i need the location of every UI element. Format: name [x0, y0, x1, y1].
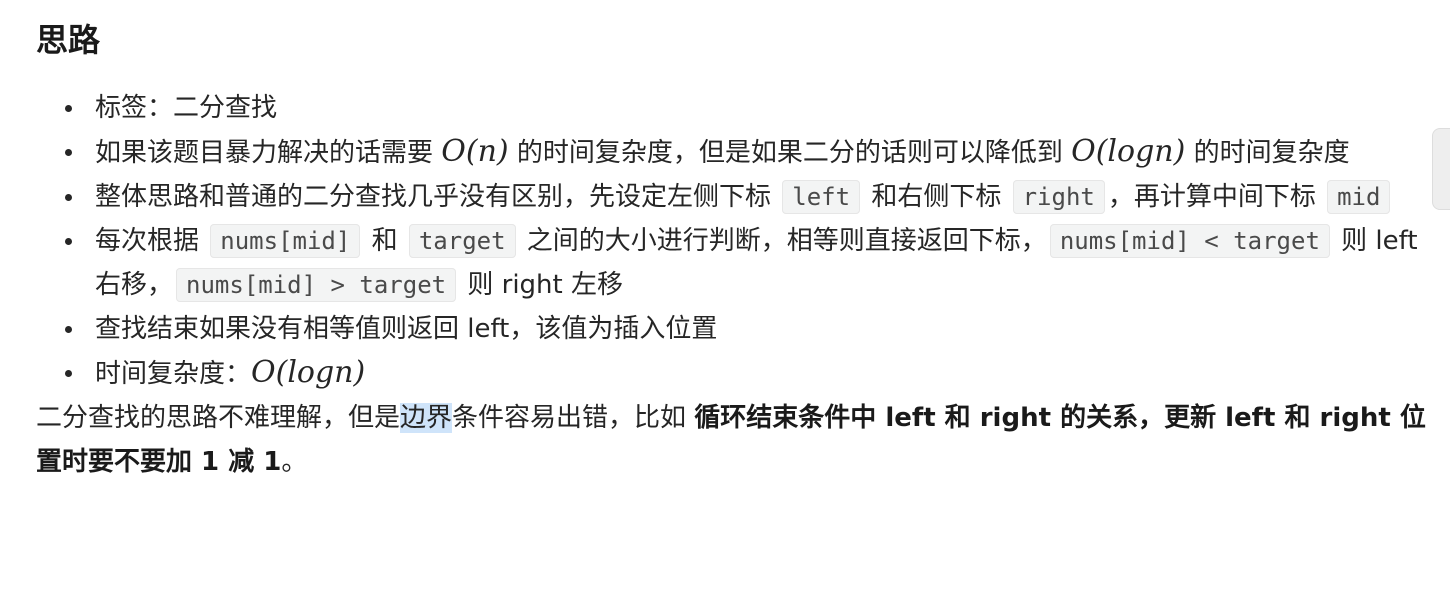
list-item-compare: 每次根据 nums[mid] 和 target 之间的大小进行判断，相等则直接返…	[65, 219, 1436, 307]
item-text: 则 right 左移	[459, 270, 623, 300]
math-o-logn: O(logn)	[251, 355, 366, 390]
para-text: 二分查找的思路不难理解，但是	[36, 403, 401, 433]
para-text: 条件容易出错，比如	[452, 403, 695, 433]
code-nums-mid: nums[mid]	[210, 224, 361, 258]
code-left: left	[782, 180, 861, 214]
para-text: 。	[281, 447, 308, 477]
item-text: ，再计算中间下标	[1107, 182, 1325, 212]
solution-content: 思路 标签：二分查找 如果该题目暴力解决的话需要 O(n) 的时间复杂度，但是如…	[36, 0, 1436, 484]
item-text: 如果该题目暴力解决的话需要	[95, 138, 442, 168]
item-text: 之间的大小进行判断，相等则直接返回下标，	[518, 226, 1047, 256]
side-panel-tab[interactable]	[1432, 128, 1450, 210]
list-item-complexity-compare: 如果该题目暴力解决的话需要 O(n) 的时间复杂度，但是如果二分的话则可以降低到…	[65, 130, 1436, 175]
math-o-logn: O(logn)	[1071, 134, 1186, 169]
section-heading: 思路	[36, 21, 101, 59]
item-text: 的时间复杂度	[1185, 138, 1350, 168]
list-item-tag: 标签：二分查找	[65, 86, 1436, 130]
item-text: 查找结束如果没有相等值则返回 left，该值为插入位置	[95, 314, 718, 344]
code-less-than: nums[mid] < target	[1049, 224, 1330, 258]
code-right: right	[1012, 180, 1105, 214]
item-text: 整体思路和普通的二分查找几乎没有区别，先设定左侧下标	[95, 182, 780, 212]
code-target: target	[408, 224, 516, 258]
item-text: 每次根据	[95, 226, 208, 256]
item-text: 和右侧下标	[863, 182, 1010, 212]
code-mid: mid	[1327, 180, 1391, 214]
math-o-n: O(n)	[441, 134, 509, 169]
list-item-time-complexity: 时间复杂度：O(logn)	[65, 351, 1436, 396]
code-greater-than: nums[mid] > target	[176, 268, 457, 302]
list-item-indices: 整体思路和普通的二分查找几乎没有区别，先设定左侧下标 left 和右侧下标 ri…	[65, 175, 1436, 219]
item-text: 时间复杂度：	[95, 359, 252, 389]
idea-list: 标签：二分查找 如果该题目暴力解决的话需要 O(n) 的时间复杂度，但是如果二分…	[36, 86, 1436, 396]
item-text: 和	[363, 226, 406, 256]
selected-text[interactable]: 边界	[400, 403, 453, 433]
item-text: 标签：二分查找	[95, 93, 278, 123]
list-item-insert-position: 查找结束如果没有相等值则返回 left，该值为插入位置	[65, 307, 1436, 351]
item-text: 的时间复杂度，但是如果二分的话则可以降低到	[508, 138, 1072, 168]
summary-paragraph: 二分查找的思路不难理解，但是边界条件容易出错，比如 循环结束条件中 left 和…	[36, 396, 1436, 484]
